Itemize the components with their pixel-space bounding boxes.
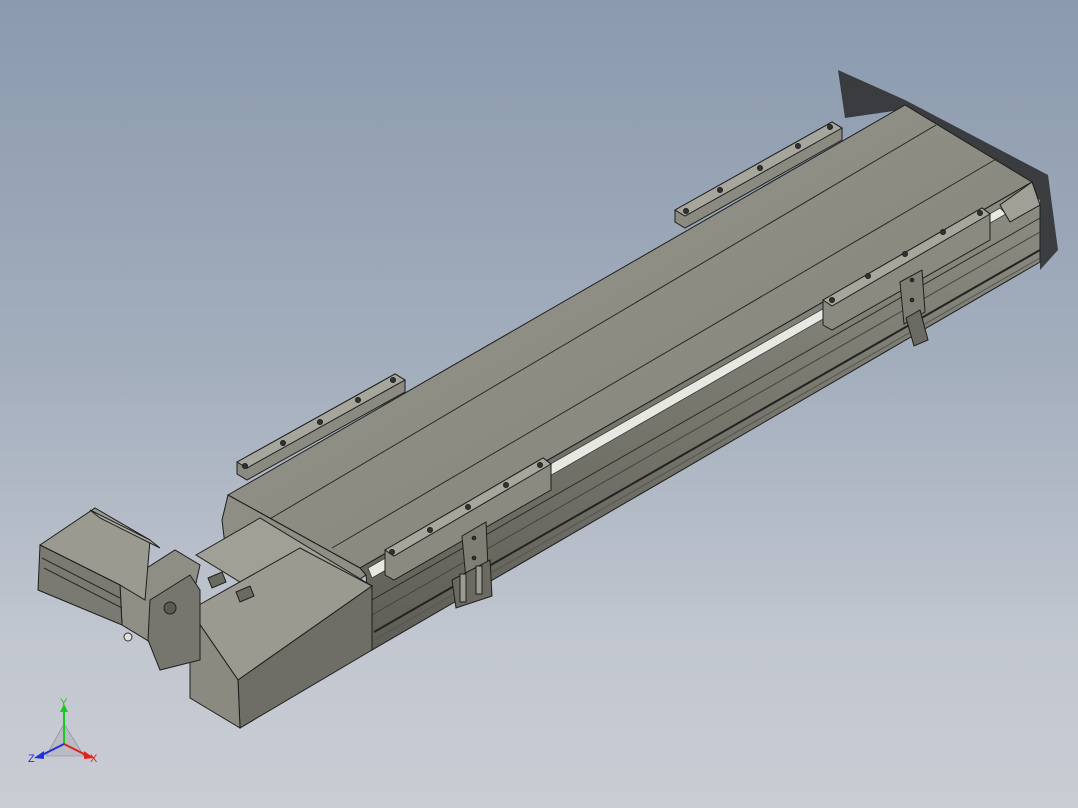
- graphics-viewport[interactable]: Y X Z: [0, 0, 1078, 808]
- linear-actuator-model[interactable]: [0, 0, 1078, 808]
- z-axis-arrow-icon: [34, 751, 44, 759]
- z-axis-label: Z: [28, 753, 35, 765]
- y-axis-label: Y: [60, 697, 68, 709]
- x-axis-label: X: [90, 753, 98, 765]
- coordinate-triad: Y X Z: [28, 697, 98, 765]
